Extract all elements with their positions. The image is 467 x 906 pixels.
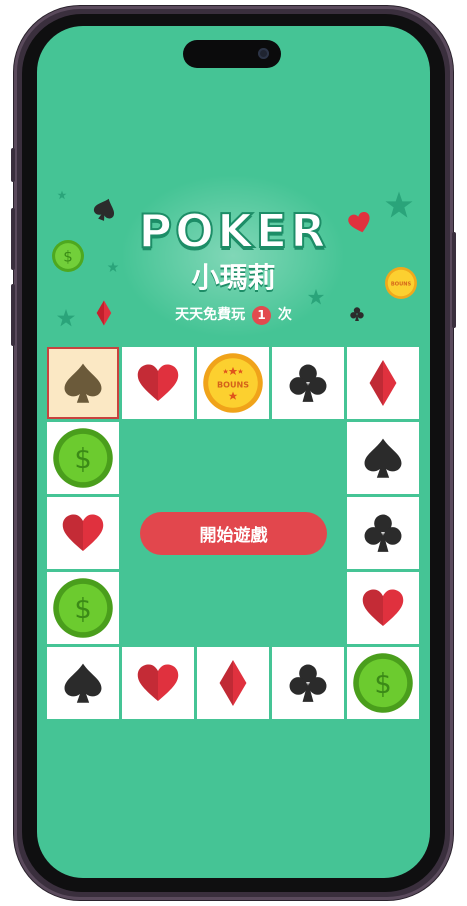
bonus-coin-icon: BOUNS: [203, 353, 263, 413]
tagline-suffix: 次: [277, 307, 292, 323]
diamond-icon: [369, 359, 397, 407]
front-camera-icon: [258, 48, 269, 59]
heart-icon: [137, 664, 179, 702]
free-play-count-badge: 1: [252, 305, 271, 325]
start-game-button[interactable]: 開始遊戲: [140, 512, 327, 555]
svg-text:BOUNS: BOUNS: [217, 380, 249, 389]
spade-icon: [64, 663, 102, 703]
club-icon: [289, 664, 327, 702]
board-cell-club: [272, 347, 344, 419]
star-decoration-icon: [57, 190, 67, 200]
svg-text:$: $: [374, 669, 391, 700]
board-cell-spade: [347, 422, 419, 494]
diamond-icon: [219, 659, 247, 707]
board-cell-club: [272, 647, 344, 719]
board-cell-dollar-coin: $: [47, 572, 119, 644]
spade-icon: [364, 438, 402, 478]
tagline-prefix: 天天免費玩: [175, 307, 246, 323]
board-cell-spade: [47, 347, 119, 419]
heart-icon: [137, 364, 179, 402]
game-subtitle: 小瑪莉: [191, 261, 276, 294]
svg-text:$: $: [74, 594, 91, 625]
board-cell-bonus-coin: BOUNS: [197, 347, 269, 419]
dynamic-island: [183, 40, 281, 68]
board-cell-dollar-coin: $: [47, 422, 119, 494]
board-cell-club: [347, 497, 419, 569]
board-cell-diamond: [347, 347, 419, 419]
game-title: POKER: [137, 203, 329, 259]
board-cell-heart: [47, 497, 119, 569]
heart-icon: [362, 589, 404, 627]
dollar-coin-icon: $: [353, 653, 413, 713]
board-cell-dollar-coin: $: [347, 647, 419, 719]
phone-volume-down: [11, 284, 15, 346]
board-cell-spade: [47, 647, 119, 719]
phone-power-button: [452, 232, 456, 328]
board-cell-heart: [122, 347, 194, 419]
dollar-coin-icon: $: [53, 428, 113, 488]
club-icon: [364, 514, 402, 552]
spade-icon: [64, 363, 102, 403]
game-screen: $ BOUNS POKER 小瑪莉 天天免費玩 1 次 BOUNS $ $ $ 開始遊…: [37, 26, 430, 878]
daily-free-plays: 天天免費玩 1 次: [37, 304, 430, 325]
board-cell-heart: [347, 572, 419, 644]
svg-text:$: $: [74, 444, 91, 475]
club-icon: [289, 364, 327, 402]
phone-mute-switch: [11, 148, 15, 182]
phone-volume-up: [11, 208, 15, 270]
board-cell-diamond: [197, 647, 269, 719]
heart-icon: [62, 514, 104, 552]
board-cell-heart: [122, 647, 194, 719]
dollar-coin-icon: $: [53, 578, 113, 638]
